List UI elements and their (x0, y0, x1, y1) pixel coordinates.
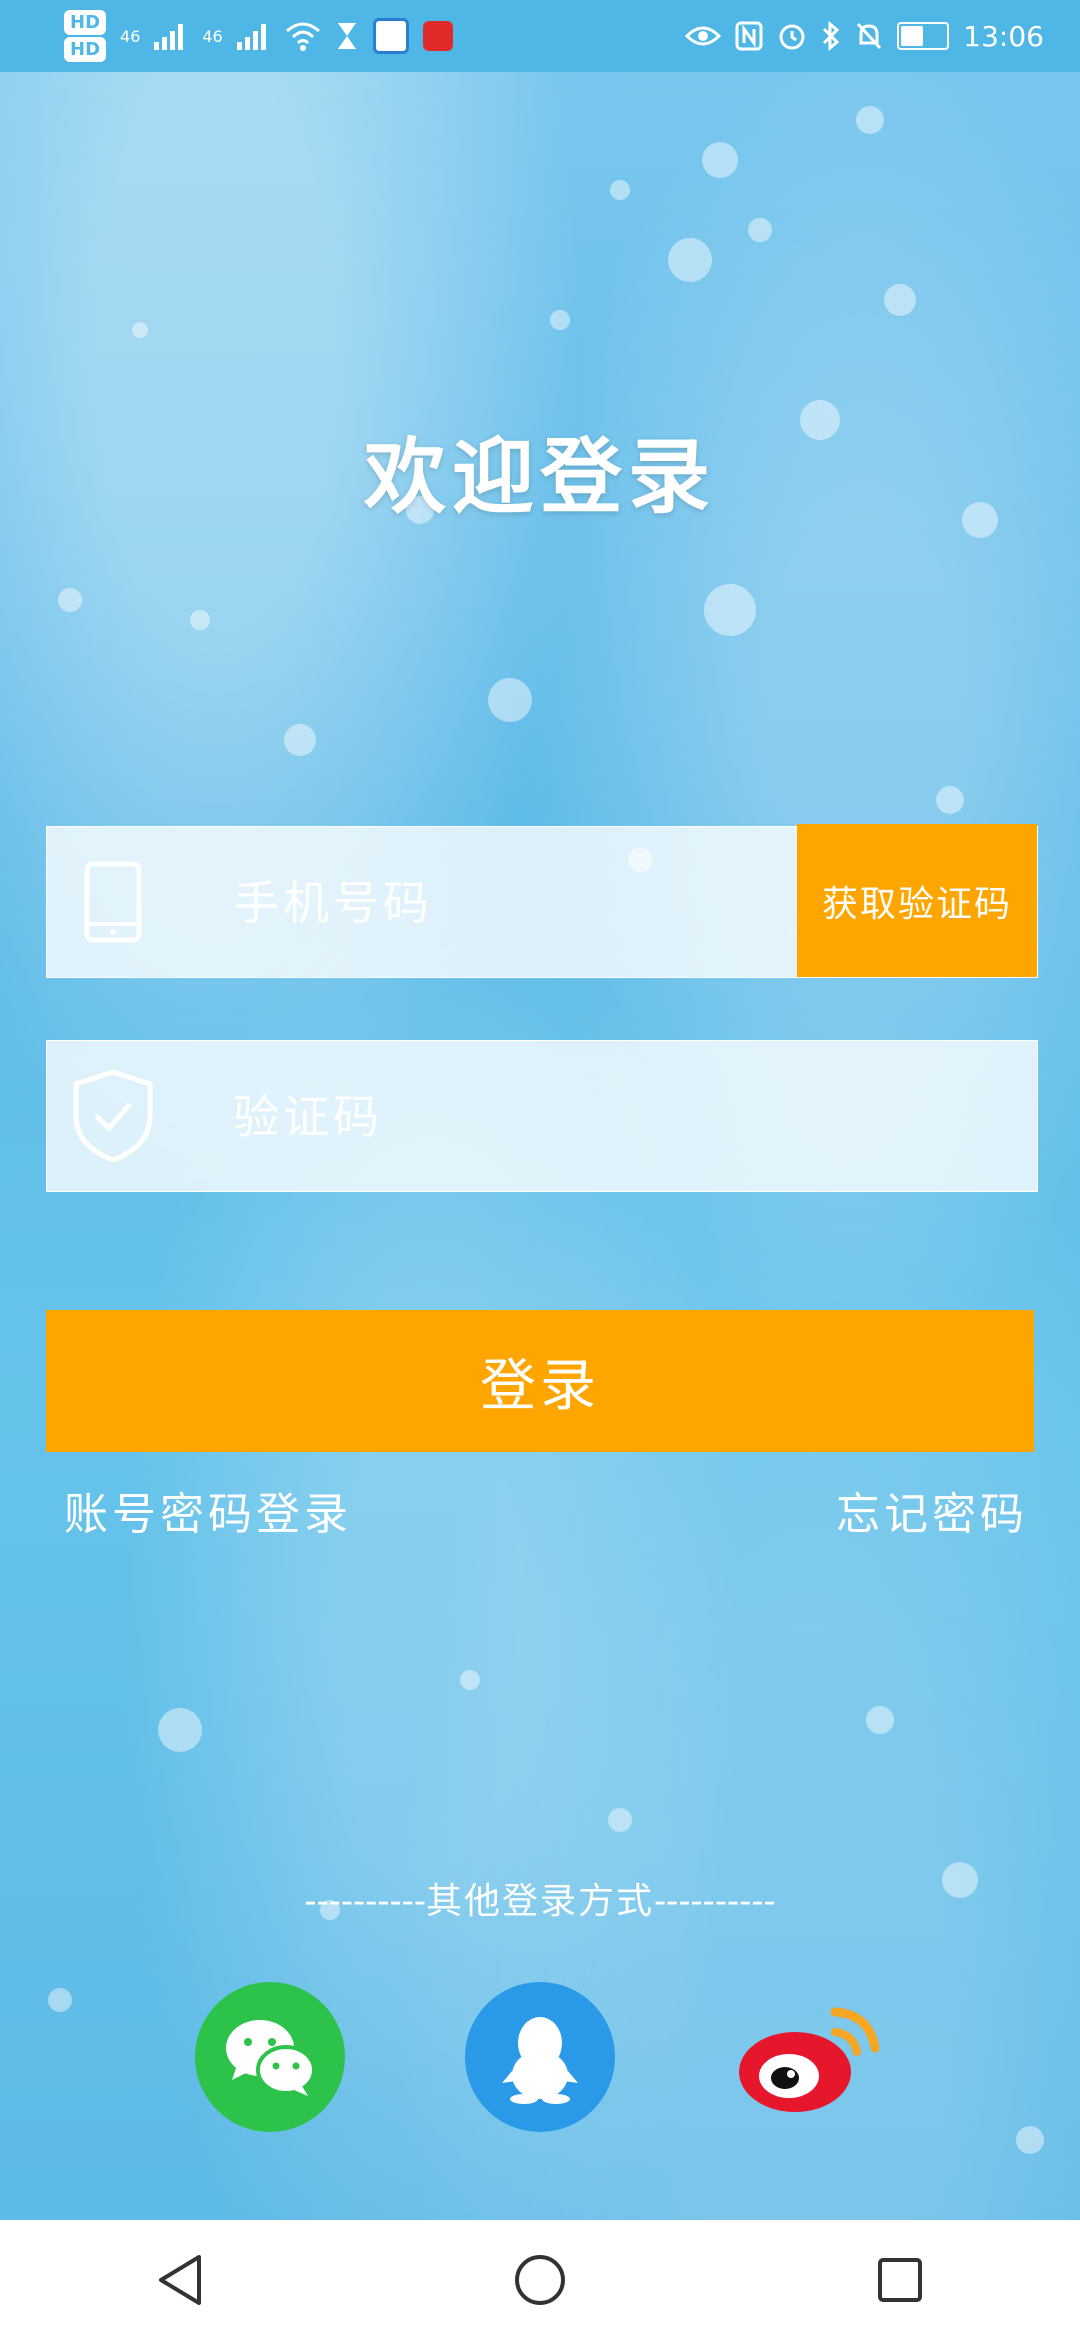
account-password-login-link[interactable]: 账号密码登录 (64, 1478, 352, 1542)
wifi-icon (285, 22, 320, 51)
page-title: 欢迎登录 (363, 429, 716, 525)
home-icon (515, 2255, 565, 2305)
phone-icon (65, 857, 161, 947)
status-bar-right: 13:06 (685, 20, 1080, 53)
qq-login-button[interactable] (465, 1982, 615, 2132)
network-label-1: 46 (120, 26, 141, 46)
hd-badge-2: HD (64, 37, 107, 62)
other-login-text: 其他登录方式 (425, 1881, 654, 1922)
wechat-icon (226, 2020, 316, 2096)
back-button[interactable] (140, 2240, 220, 2320)
bluetooth-icon (823, 21, 840, 51)
back-icon (159, 2255, 201, 2305)
get-code-button[interactable]: 获取验证码 (797, 824, 1037, 977)
code-field (46, 1040, 1038, 1193)
forgot-password-link[interactable]: 忘记密码 (836, 1478, 1028, 1542)
system-nav-bar (0, 2220, 1080, 2340)
eye-icon (685, 26, 722, 46)
recents-icon (878, 2258, 922, 2302)
signal-icon-2 (236, 24, 266, 50)
hourglass-icon (337, 23, 356, 49)
wechat-login-button[interactable] (195, 1982, 345, 2132)
recording-icon (422, 21, 453, 51)
login-button[interactable]: 登录 (46, 1310, 1034, 1452)
nfc-icon (735, 21, 763, 51)
hd-badge-1: HD (64, 10, 107, 35)
status-bar: HD HD 46 46 13:06 (0, 0, 1080, 72)
status-bar-left: HD HD 46 46 (0, 10, 453, 62)
divider-dashes-right: ---------- (654, 1881, 776, 1922)
signal-icon (154, 24, 184, 50)
status-time: 13:06 (963, 19, 1044, 53)
weibo-icon (739, 2007, 880, 2112)
phone-input[interactable] (231, 827, 795, 979)
weibo-login-button[interactable] (735, 1982, 885, 2132)
phone-field: 获取验证码 (46, 824, 1038, 979)
mute-icon (857, 22, 882, 50)
alarm-icon (779, 24, 805, 50)
qq-icon (502, 2017, 578, 2104)
app-notification-icon (372, 18, 409, 54)
recents-button[interactable] (860, 2240, 940, 2320)
home-button[interactable] (500, 2240, 580, 2320)
login-screen: HD HD 46 46 13:06 欢迎登录 获取验 (0, 0, 1080, 2340)
other-login-label: ----------其他登录方式---------- (0, 1872, 1080, 1924)
network-label-2: 46 (202, 26, 223, 46)
shield-check-icon (65, 1069, 161, 1163)
battery-icon (897, 22, 950, 50)
divider-dashes-left: ---------- (304, 1881, 426, 1922)
hd-indicators: HD HD (64, 10, 107, 62)
code-input[interactable] (231, 1041, 795, 1193)
